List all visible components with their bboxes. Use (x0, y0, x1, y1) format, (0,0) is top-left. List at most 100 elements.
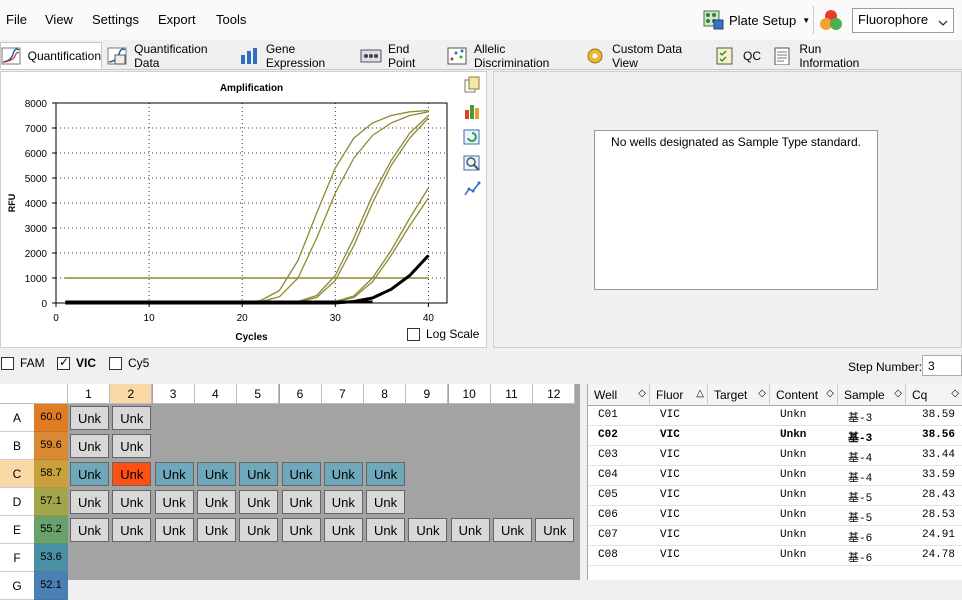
vic-checkbox[interactable] (57, 355, 70, 370)
plate-well[interactable]: Unk (239, 518, 279, 542)
plate-well[interactable]: Unk (112, 518, 152, 542)
plate-well[interactable]: Unk (154, 462, 194, 486)
plate-well[interactable]: Unk (196, 518, 236, 542)
results-row[interactable]: C03 VIC Unkn 基-4 33.44 (588, 446, 962, 466)
tab-quantification[interactable]: Quantification (0, 42, 102, 69)
plate-row-header[interactable]: A (0, 404, 34, 432)
tab-custom-data-view[interactable]: Custom Data View (585, 42, 707, 70)
copy-icon[interactable] (463, 76, 481, 94)
menu-file[interactable]: File (6, 12, 27, 27)
plate-well[interactable]: Unk (70, 518, 109, 542)
plate-well[interactable]: Unk (366, 462, 406, 486)
plate-column-header[interactable]: 6 (279, 384, 322, 404)
plate-column-header[interactable]: 10 (448, 384, 491, 404)
plate-column-header[interactable]: 3 (152, 384, 195, 404)
results-row[interactable]: C01 VIC Unkn 基-3 38.59 (588, 406, 962, 426)
tab-run-information[interactable]: Run Information (772, 42, 882, 70)
results-column-header[interactable]: Content ◇ (770, 384, 838, 406)
plate-row-header[interactable]: E (0, 516, 34, 544)
menu-tools[interactable]: Tools (216, 12, 246, 27)
results-row[interactable]: C08 VIC Unkn 基-6 24.78 (588, 546, 962, 566)
plate-well[interactable]: Unk (239, 462, 279, 486)
log-scale-toggle[interactable]: Log Scale (407, 327, 479, 341)
results-column-header[interactable]: Well ◇ (588, 384, 650, 406)
plate-well[interactable]: Unk (70, 434, 109, 458)
plate-well[interactable]: Unk (323, 518, 363, 542)
plate-column-header[interactable]: 2 (110, 384, 153, 404)
plate-row-header[interactable]: C (0, 460, 34, 488)
fluorophore-select[interactable]: Fluorophore (852, 8, 954, 33)
plate-well[interactable]: Unk (535, 518, 575, 542)
plate-well[interactable]: Unk (112, 434, 152, 458)
sort-icon[interactable]: ◇ (951, 388, 959, 399)
plate-well[interactable]: Unk (70, 490, 109, 514)
results-column-header[interactable]: Sample ◇ (838, 384, 906, 406)
log-scale-checkbox[interactable] (407, 327, 420, 341)
plate-row-header[interactable]: G (0, 572, 34, 600)
chart-options-icon[interactable] (463, 102, 481, 120)
tab-gene-expression[interactable]: Gene Expression (239, 42, 353, 70)
plate-column-header[interactable]: 8 (364, 384, 407, 404)
curve-fit-icon[interactable] (463, 180, 481, 198)
sort-icon[interactable]: ◇ (826, 388, 834, 399)
tab-qc[interactable]: QC (715, 42, 765, 69)
plate-well[interactable]: Unk (112, 462, 152, 486)
plate-well[interactable]: Unk (196, 462, 236, 486)
plate-column-header[interactable]: 5 (237, 384, 280, 404)
plate-well[interactable]: Unk (112, 406, 152, 430)
plate-well[interactable]: Unk (154, 518, 194, 542)
plate-row-header[interactable]: D (0, 488, 34, 516)
sort-icon[interactable]: ◇ (758, 388, 766, 399)
plate-well[interactable]: Unk (493, 518, 532, 542)
plate-row-header[interactable]: F (0, 544, 34, 572)
plate-well[interactable]: Unk (239, 490, 279, 514)
plate-column-header[interactable]: 4 (194, 384, 237, 404)
plate-well[interactable]: Unk (196, 490, 236, 514)
results-column-header[interactable]: Cq ◇ (906, 384, 962, 406)
plate-column-header[interactable]: 11 (491, 384, 533, 404)
plate-column-header[interactable]: 9 (406, 384, 449, 404)
plate-column-header[interactable]: 7 (321, 384, 364, 404)
plate-column-header[interactable]: 12 (533, 384, 576, 404)
plate-row-header[interactable]: B (0, 432, 34, 460)
results-column-header[interactable]: Target ◇ (708, 384, 770, 406)
tab-end-point[interactable]: End Point (360, 42, 440, 70)
results-row[interactable]: C06 VIC Unkn 基-5 28.53 (588, 506, 962, 526)
plate-well[interactable]: Unk (281, 490, 321, 514)
menu-view[interactable]: View (45, 12, 73, 27)
plate-well[interactable]: Unk (450, 518, 490, 542)
plate-well[interactable]: Unk (70, 462, 109, 486)
amplification-chart[interactable]: 0 1000 2000 3000 4000 5000 6000 7000 8000 0 10 20 30… (1, 72, 488, 349)
results-row[interactable]: C05 VIC Unkn 基-5 28.43 (588, 486, 962, 506)
plate-well[interactable]: Unk (281, 518, 321, 542)
tab-quantification-data[interactable]: Quantification Data (107, 42, 232, 70)
refresh-icon[interactable] (463, 128, 481, 146)
fluor-toggle-vic[interactable]: VIC (57, 355, 96, 370)
fam-checkbox[interactable] (1, 356, 14, 370)
plate-well[interactable]: Unk (366, 490, 406, 514)
fluor-toggle-cy5[interactable]: Cy5 (109, 356, 149, 370)
plate-well[interactable]: Unk (70, 406, 109, 430)
menu-export[interactable]: Export (158, 12, 196, 27)
plate-well[interactable]: Unk (323, 490, 363, 514)
plate-well[interactable]: Unk (366, 518, 406, 542)
plate-well[interactable]: Unk (154, 490, 194, 514)
step-number-select[interactable]: 3 (922, 355, 962, 376)
plate-well[interactable]: Unk (408, 518, 448, 542)
plate-column-header[interactable]: 1 (68, 384, 110, 404)
results-row[interactable]: C02 VIC Unkn 基-3 38.56 (588, 426, 962, 446)
results-row[interactable]: C04 VIC Unkn 基-4 33.59 (588, 466, 962, 486)
fluor-toggle-fam[interactable]: FAM (1, 356, 45, 370)
cy5-checkbox[interactable] (109, 356, 122, 370)
plate-setup-button[interactable]: Plate Setup ▼ (703, 8, 810, 32)
plate-well[interactable]: Unk (112, 490, 152, 514)
results-row[interactable]: C07 VIC Unkn 基-6 24.91 (588, 526, 962, 546)
plate-well[interactable]: Unk (323, 462, 363, 486)
zoom-icon[interactable] (463, 154, 481, 172)
sort-icon[interactable]: ◇ (638, 388, 646, 399)
fluorophore-icon[interactable] (819, 8, 843, 32)
sort-icon[interactable]: △ (696, 388, 704, 399)
sort-icon[interactable]: ◇ (894, 388, 902, 399)
results-column-header[interactable]: Fluor △ (650, 384, 708, 406)
menu-settings[interactable]: Settings (92, 12, 139, 27)
